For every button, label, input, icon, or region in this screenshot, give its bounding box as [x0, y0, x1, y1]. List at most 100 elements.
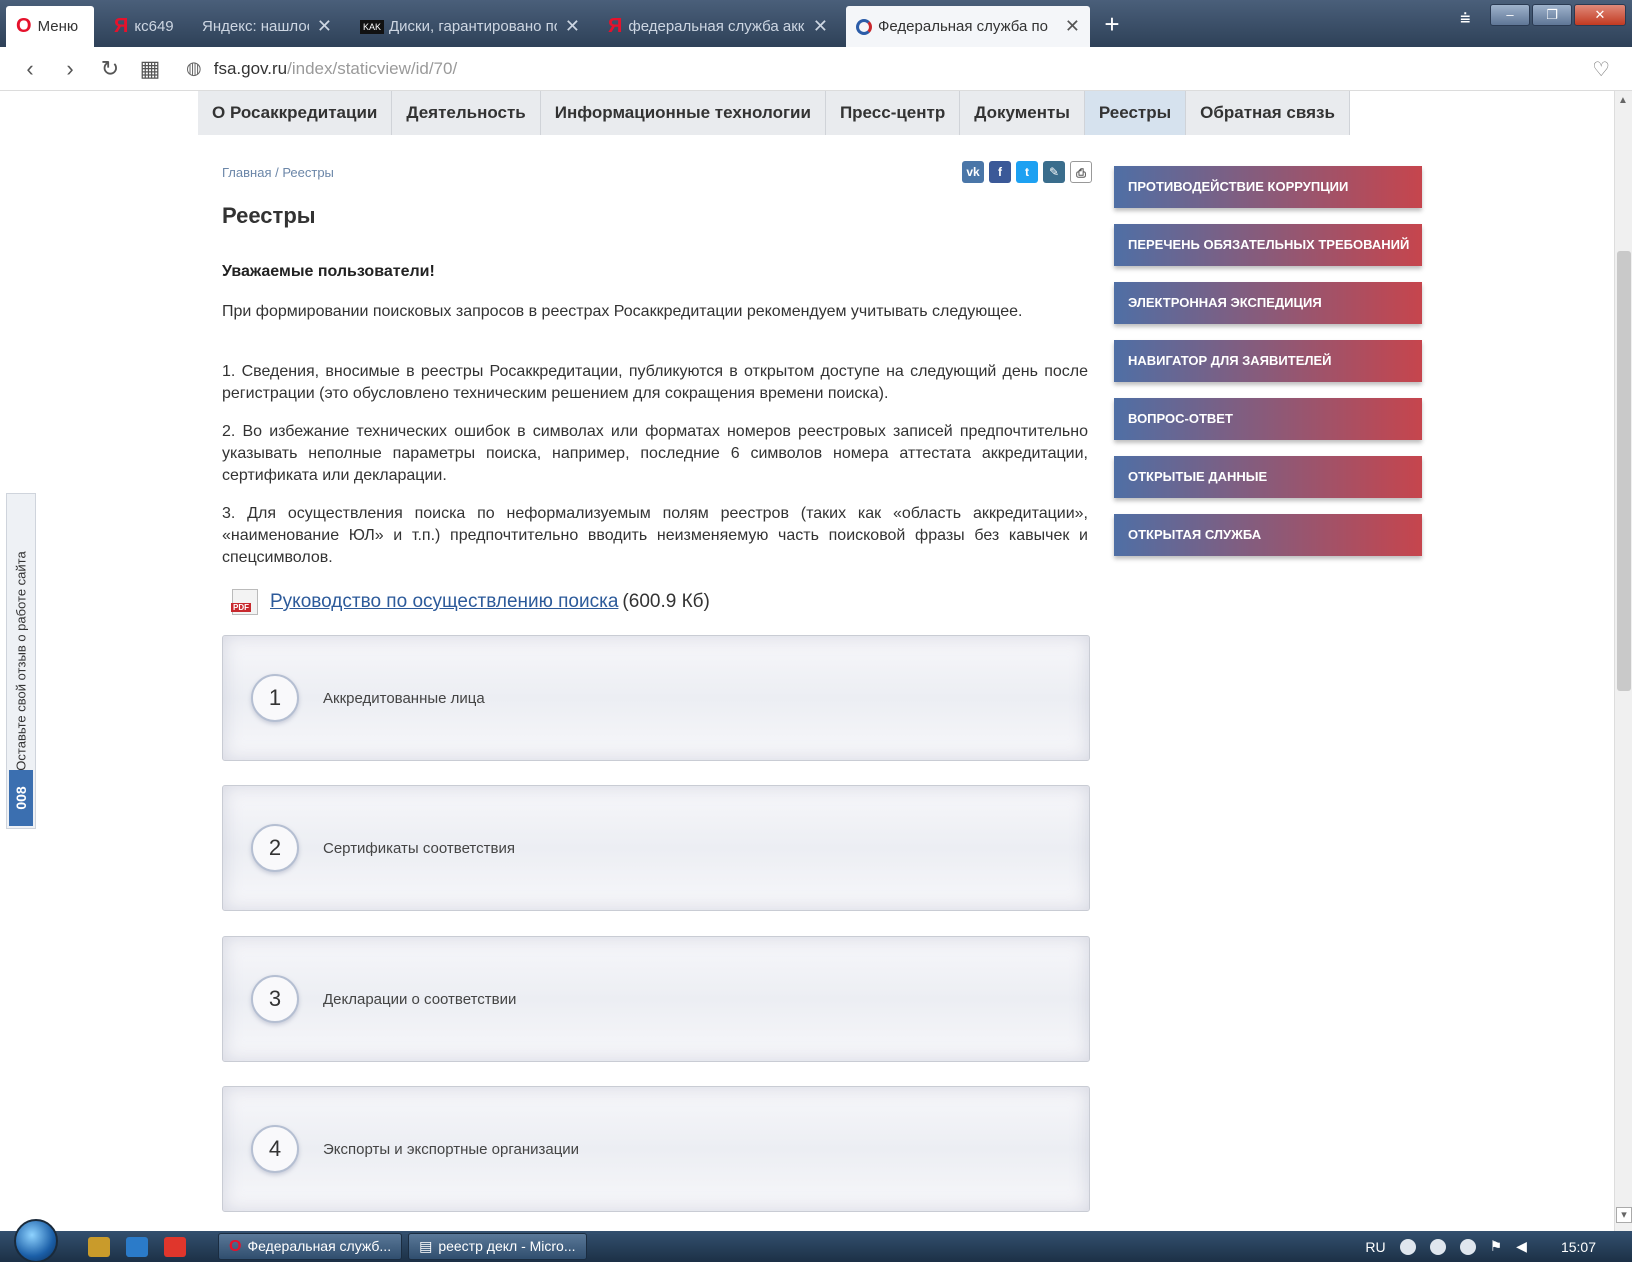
nav-item-activity[interactable]: Деятельность	[392, 91, 541, 135]
clock[interactable]: 15:07	[1561, 1239, 1596, 1255]
explorer-icon[interactable]	[88, 1236, 110, 1257]
scroll-down-icon[interactable]: ▾	[1616, 1207, 1632, 1223]
taskbar-item-word[interactable]: ▤ реестр декл - Micro...	[408, 1233, 587, 1260]
language-indicator[interactable]: RU	[1365, 1239, 1385, 1255]
sidebar-e-expedition-button[interactable]: Электронная экспедиция	[1114, 282, 1422, 324]
tab-list-icon[interactable]: ⩧	[1460, 8, 1471, 29]
breadcrumb[interactable]: Главная / Реестры	[222, 165, 334, 180]
registry-label: Аккредитованные лица	[323, 689, 485, 707]
registry-card-accredited[interactable]: 1 Аккредитованные лица	[222, 635, 1090, 761]
fsa-logo-icon	[856, 18, 872, 35]
browser-tab-strip: O Меню Я кс649 Яндекс: нашлось ✕ KAK Дис…	[0, 0, 1632, 47]
note-paragraph-1: 1. Сведения, вносимые в реестры Росаккре…	[222, 363, 1088, 402]
system-tray: RU ⚑ ◀ 15:07	[1365, 1231, 1596, 1262]
tab-fsa-active[interactable]: Федеральная служба по ✕	[846, 6, 1090, 47]
word-icon: ▤	[419, 1238, 433, 1254]
update-icon[interactable]	[1429, 1238, 1446, 1255]
window-close-icon[interactable]: ✕	[1574, 4, 1626, 26]
chrome-icon[interactable]	[164, 1236, 186, 1257]
registry-card-declarations[interactable]: 3 Декларации о соответствии	[222, 936, 1090, 1062]
registry-number: 1	[251, 674, 299, 722]
twitter-share-icon[interactable]: t	[1016, 161, 1038, 183]
page-title: Реестры	[222, 203, 316, 228]
close-icon[interactable]: ✕	[1065, 16, 1080, 37]
reload-icon[interactable]: ↻	[90, 56, 130, 82]
tab-disks[interactable]: KAK Диски, гарантировано по ✕	[350, 6, 590, 47]
network-icon[interactable]	[1459, 1238, 1476, 1255]
pdf-icon	[231, 589, 258, 615]
nav-item-it[interactable]: Информационные технологии	[541, 91, 826, 135]
kak-site-icon: KAK	[360, 19, 385, 34]
scroll-thumb[interactable]	[1617, 251, 1631, 691]
search-guide-link[interactable]: Руководство по осуществлению поиска	[270, 591, 618, 613]
volume-icon[interactable]: ◀	[1516, 1238, 1527, 1255]
sidebar-navigator-button[interactable]: Навигатор для заявителей	[1114, 340, 1422, 382]
globe-icon: ◍	[186, 58, 202, 78]
print-icon[interactable]: ⎙	[1070, 161, 1092, 183]
registry-card-exports[interactable]: 4 Экспорты и экспортные организации	[222, 1086, 1090, 1212]
url-field[interactable]: ◍ fsa.gov.ru/index/staticview/id/70/	[186, 58, 457, 79]
edit-share-icon[interactable]: ✎	[1043, 161, 1065, 183]
facebook-share-icon[interactable]: f	[989, 161, 1011, 183]
note-paragraph-2: 2. Во избежание технических ошибок в сим…	[222, 423, 1088, 484]
registry-number: 3	[251, 975, 299, 1023]
nav-item-documents[interactable]: Документы	[960, 91, 1085, 135]
share-buttons: vk f t ✎ ⎙	[962, 161, 1092, 183]
forward-icon[interactable]: ›	[50, 56, 90, 82]
window-controls: – ❐ ✕	[1490, 4, 1626, 26]
scroll-up-icon[interactable]: ▲	[1618, 95, 1628, 106]
vk-share-icon[interactable]: vk	[962, 161, 984, 183]
minimize-icon[interactable]: –	[1490, 4, 1530, 26]
greeting-heading: Уважаемые пользователи!	[222, 263, 435, 280]
page-scrollbar[interactable]: ▲ ▾	[1614, 91, 1632, 1231]
nav-item-press[interactable]: Пресс-центр	[826, 91, 961, 135]
sidebar-requirements-button[interactable]: Перечень обязательных требований	[1114, 224, 1422, 266]
feedback-tab[interactable]: Оставьте свой отзыв о работе сайта 008	[6, 493, 36, 829]
speed-dial-icon[interactable]: ▦	[130, 56, 170, 82]
opera-logo-icon: O	[16, 15, 32, 37]
tab-yandex-fsa[interactable]: Я федеральная служба акк ✕	[598, 6, 838, 47]
back-icon[interactable]: ‹	[10, 56, 50, 82]
nav-item-feedback[interactable]: Обратная связь	[1186, 91, 1350, 135]
feedback-counter: 008	[9, 770, 33, 826]
new-tab-button[interactable]: +	[1097, 10, 1127, 40]
registry-label: Сертификаты соответствия	[323, 839, 515, 857]
registry-label: Экспорты и экспортные организации	[323, 1140, 580, 1158]
nav-item-registries[interactable]: Реестры	[1084, 91, 1187, 135]
yandex-icon: Я	[114, 15, 129, 37]
registry-number: 2	[251, 824, 299, 872]
tab-yandex-found[interactable]: Яндекс: нашлось ✕	[192, 6, 342, 47]
note-paragraph-3: 3. Для осуществления поиска по неформали…	[222, 505, 1088, 566]
windows-taskbar: O Федеральная служб... ▤ реестр декл - M…	[0, 1218, 1632, 1262]
close-icon[interactable]: ✕	[565, 16, 580, 37]
close-icon[interactable]: ✕	[317, 16, 332, 37]
tab-opera-menu[interactable]: O Меню	[6, 6, 94, 47]
sidebar-anticorruption-button[interactable]: Противодействие коррупции	[1114, 166, 1422, 208]
registry-label: Декларации о соответствии	[323, 990, 517, 1008]
registry-number: 4	[251, 1125, 299, 1173]
sidebar-faq-button[interactable]: Вопрос-ответ	[1114, 398, 1422, 440]
maximize-icon[interactable]: ❐	[1532, 4, 1572, 26]
yandex-icon: Я	[608, 15, 623, 37]
sidebar-open-service-button[interactable]: Открытая служба	[1114, 514, 1422, 556]
page-viewport: О Росаккредитации Деятельность Информаци…	[0, 91, 1632, 1231]
media-player-icon[interactable]	[126, 1236, 148, 1257]
sidebar-open-data-button[interactable]: Открытые данные	[1114, 456, 1422, 498]
quick-launch	[88, 1236, 186, 1257]
bookmark-heart-icon[interactable]: ♡	[1592, 57, 1610, 82]
taskbar-item-browser[interactable]: O Федеральная служб...	[218, 1233, 403, 1260]
flag-icon[interactable]: ⚑	[1490, 1238, 1503, 1255]
intro-paragraph: При формировании поисковых запросов в ре…	[222, 303, 1023, 320]
search-guide: Руководство по осуществлению поиска (600…	[231, 589, 710, 615]
file-size: (600.9 Кб)	[622, 591, 710, 612]
site-main-nav: О Росаккредитации Деятельность Информаци…	[198, 91, 1350, 135]
address-bar: ‹ › ↻ ▦ ◍ fsa.gov.ru/index/staticview/id…	[0, 47, 1632, 91]
nav-item-about[interactable]: О Росаккредитации	[198, 91, 393, 135]
feedback-label: Оставьте свой отзыв о работе сайта	[13, 551, 29, 771]
registry-card-certificates[interactable]: 2 Сертификаты соответствия	[222, 785, 1090, 911]
start-button-icon[interactable]	[14, 1218, 58, 1262]
tab-yandex-ks649[interactable]: Я кс649	[104, 6, 192, 47]
opera-logo-icon: O	[229, 1238, 242, 1255]
close-icon[interactable]: ✕	[813, 16, 828, 37]
antivirus-icon[interactable]	[1399, 1238, 1416, 1255]
